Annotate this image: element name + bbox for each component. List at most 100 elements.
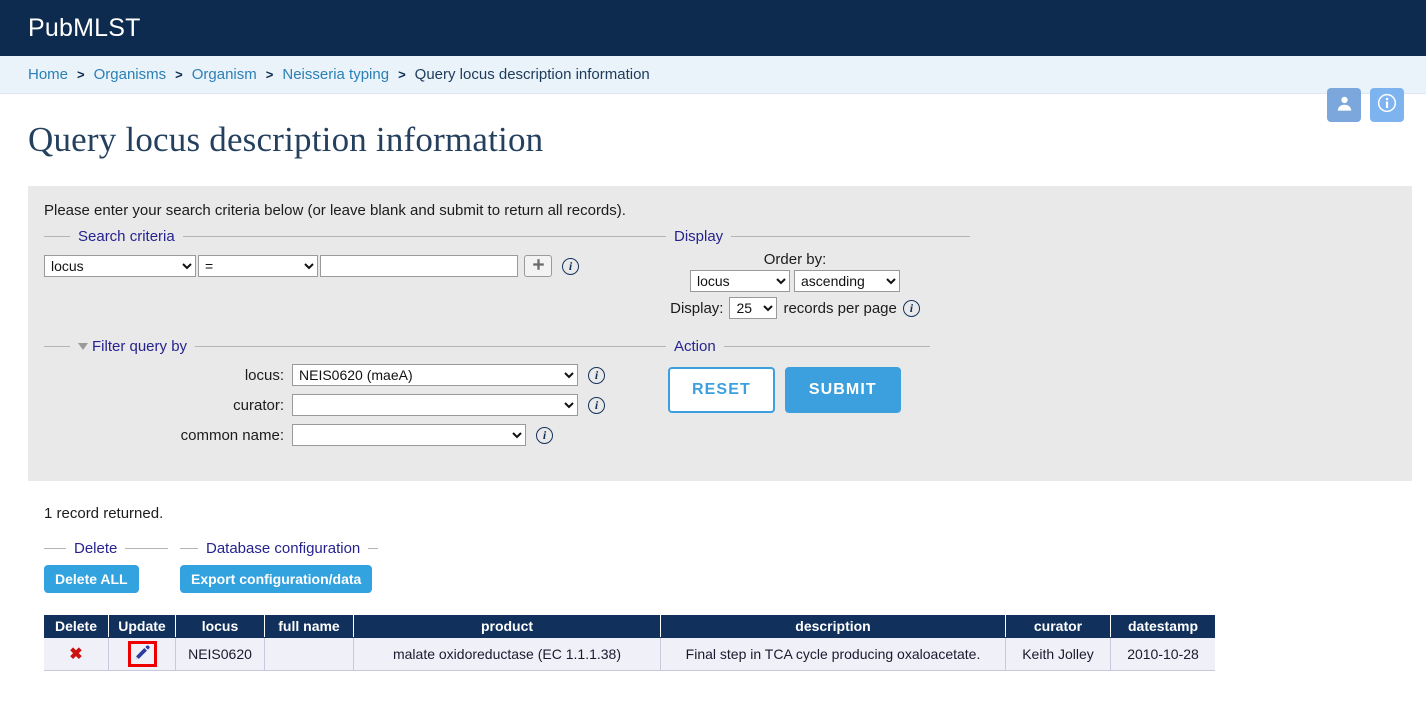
display-fieldset: Display Order by: locus ascending Displa… <box>640 228 970 319</box>
search-criteria-info-icon[interactable]: i <box>562 257 579 275</box>
search-field-select[interactable]: locus <box>44 255 196 277</box>
info-icon <box>1377 93 1397 117</box>
delete-button-wrap: Delete ALL <box>44 565 168 593</box>
column-header-curator: curator <box>1005 615 1111 638</box>
delete-fieldset: Delete Delete ALL <box>44 540 168 593</box>
user-icon <box>1335 94 1354 117</box>
display-legend-row: Display <box>640 228 970 245</box>
database-config-legend: Database configuration <box>206 540 361 557</box>
column-header-full-name: full name <box>264 615 354 638</box>
column-header-locus: locus <box>175 615 265 638</box>
order-direction-select[interactable]: ascending <box>794 270 900 292</box>
breadcrumb-separator: > <box>398 67 406 82</box>
filter-curator-label: curator: <box>233 396 284 414</box>
filter-common-name-select[interactable] <box>292 424 526 446</box>
pencil-icon <box>134 644 151 664</box>
display-legend: Display <box>674 228 724 245</box>
cell-update <box>108 637 176 671</box>
user-account-button[interactable] <box>1327 88 1361 122</box>
column-header-delete: Delete <box>44 615 109 638</box>
breadcrumb-separator: > <box>265 67 274 82</box>
cell-locus: NEIS0620 <box>175 637 265 671</box>
cell-full-name <box>264 637 354 671</box>
action-legend-row: Action <box>640 338 930 355</box>
breadcrumb-item-neisseria-typing[interactable]: Neisseria typing <box>282 66 389 83</box>
filter-curator-info-icon[interactable]: i <box>588 396 605 414</box>
results-action-fieldsets: Delete Delete ALL Database configuration… <box>44 540 1215 593</box>
database-config-legend-row: Database configuration <box>180 540 408 557</box>
display-info-icon[interactable]: i <box>902 299 920 317</box>
filter-common-name-label: common name: <box>180 426 284 444</box>
cell-product: malate oxidoreductase (EC 1.1.1.38) <box>353 637 661 671</box>
search-criteria-legend: Search criteria <box>78 228 175 245</box>
column-header-update: Update <box>108 615 176 638</box>
page-title: Query locus description information <box>28 120 544 159</box>
breadcrumb: Home > Organisms > Organism > Neisseria … <box>0 56 1426 94</box>
submit-button[interactable]: SUBMIT <box>784 367 901 413</box>
cross-icon[interactable]: ✖ <box>69 646 82 663</box>
records-per-page-select[interactable]: 25 <box>729 297 778 319</box>
filter-query-legend-row: Filter query by <box>44 338 644 355</box>
column-header-datestamp: datestamp <box>1110 615 1215 638</box>
filter-query-legend: Filter query by <box>92 338 188 355</box>
filter-locus-label: locus: <box>244 366 284 384</box>
breadcrumb-item-organisms[interactable]: Organisms <box>94 66 167 83</box>
search-criteria-fieldset: Search criteria locus = i <box>44 228 644 277</box>
search-criteria-row: locus = i <box>44 255 644 277</box>
reset-button[interactable]: RESET <box>668 367 775 413</box>
cell-delete: ✖ <box>44 637 109 671</box>
export-button-wrap: Export configuration/data <box>180 565 408 593</box>
order-by-row: locus ascending <box>640 270 950 292</box>
cell-description: Final step in TCA cycle producing oxaloa… <box>660 637 1006 671</box>
column-header-product: product <box>353 615 661 638</box>
breadcrumb-item-home[interactable]: Home <box>28 66 68 83</box>
add-criteria-button[interactable] <box>524 255 552 277</box>
records-per-page-suffix-label: records per page <box>783 299 897 317</box>
cell-datestamp: 2010-10-28 <box>1110 637 1215 671</box>
search-value-input[interactable] <box>320 255 518 277</box>
action-legend: Action <box>674 338 716 355</box>
information-button[interactable] <box>1370 88 1404 122</box>
table-row: ✖ NEIS0620 malate oxidoreductase (EC 1.1… <box>44 637 1215 671</box>
filter-row-locus: locus: NEIS0620 (maeA) i <box>44 364 644 386</box>
filter-curator-select[interactable] <box>292 394 578 416</box>
filter-query-fieldset: Filter query by locus: NEIS0620 (maeA) i… <box>44 338 644 446</box>
search-criteria-legend-row: Search criteria <box>44 228 644 245</box>
filter-locus-info-icon[interactable]: i <box>588 366 605 384</box>
top-header-bar: PubMLST <box>0 0 1426 56</box>
breadcrumb-item-current: Query locus description information <box>414 66 650 83</box>
delete-all-button[interactable]: Delete ALL <box>44 565 139 593</box>
cell-curator: Keith Jolley <box>1005 637 1111 671</box>
table-header-row: Delete Update locus full name product de… <box>44 615 1215 638</box>
breadcrumb-separator: > <box>175 67 183 82</box>
page-size-row: Display: 25 records per page i <box>640 297 950 319</box>
action-buttons-row: RESET SUBMIT <box>640 367 930 413</box>
record-count-text: 1 record returned. <box>44 505 164 522</box>
form-instructions: Please enter your search criteria below … <box>44 202 626 219</box>
breadcrumb-separator: > <box>77 67 85 82</box>
breadcrumb-item-organism[interactable]: Organism <box>192 66 257 83</box>
order-by-label: Order by: <box>763 251 827 268</box>
delete-legend-row: Delete <box>44 540 168 557</box>
filter-common-name-info-icon[interactable]: i <box>536 426 553 444</box>
filter-locus-select[interactable]: NEIS0620 (maeA) <box>292 364 578 386</box>
database-config-fieldset: Database configuration Export configurat… <box>180 540 408 593</box>
update-highlight-box[interactable] <box>127 641 157 667</box>
results-table: Delete Update locus full name product de… <box>44 615 1215 671</box>
export-configuration-button[interactable]: Export configuration/data <box>180 565 373 593</box>
filter-row-common-name: common name: i <box>44 424 644 446</box>
display-records-label: Display: <box>670 299 724 317</box>
results-section: 1 record returned. Delete Delete ALL Dat… <box>44 505 1215 671</box>
order-by-label-wrap: Order by: <box>640 251 950 268</box>
brand-logo: PubMLST <box>28 13 141 42</box>
collapse-toggle-icon[interactable] <box>78 343 88 350</box>
plus-icon <box>532 258 545 275</box>
filter-row-curator: curator: i <box>44 394 644 416</box>
query-form-panel: Please enter your search criteria below … <box>28 186 1412 481</box>
order-by-field-select[interactable]: locus <box>690 270 790 292</box>
action-fieldset: Action RESET SUBMIT <box>640 338 930 413</box>
delete-legend: Delete <box>74 540 118 557</box>
corner-icon-group <box>1327 88 1404 122</box>
column-header-description: description <box>660 615 1006 638</box>
search-operator-select[interactable]: = <box>198 255 318 277</box>
